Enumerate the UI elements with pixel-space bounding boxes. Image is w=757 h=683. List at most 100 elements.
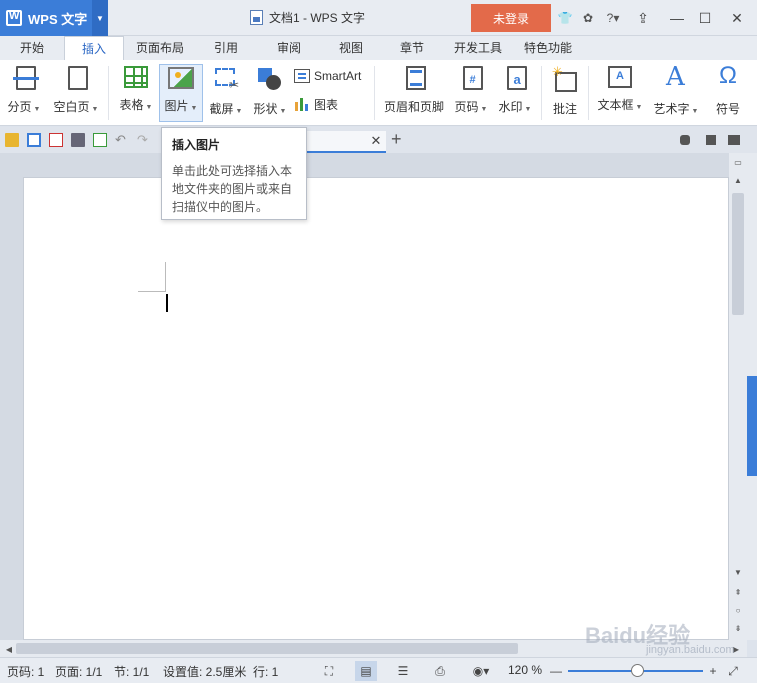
zoom-slider-knob[interactable] <box>631 664 644 677</box>
tab-home[interactable]: 开始 <box>8 36 56 60</box>
watermark-label: 水印 <box>498 100 523 114</box>
window-title: 文档1 - WPS 文字 <box>250 9 365 26</box>
smartart-icon <box>294 69 310 83</box>
tab-insert[interactable]: 插入 <box>64 36 124 60</box>
tab-view[interactable]: 视图 <box>324 36 378 60</box>
new-tab-icon[interactable]: + <box>391 129 402 150</box>
login-button[interactable]: 未登录 <box>471 4 551 32</box>
text-box-icon <box>608 66 632 88</box>
comment-label: 批注 <box>552 102 577 116</box>
watermark-button[interactable]: 水印▼ <box>495 64 535 122</box>
comment-icon <box>552 64 578 92</box>
document-page[interactable] <box>23 177 729 640</box>
vertical-scroll-thumb[interactable] <box>732 193 744 315</box>
page-break-button[interactable]: 分页 ▼ <box>4 64 44 122</box>
scroll-down-icon[interactable]: ▼ <box>729 565 747 579</box>
status-line: 行: 1 <box>253 665 279 679</box>
watermark-icon <box>506 66 527 90</box>
previous-page-icon[interactable]: ⇞ <box>729 585 747 599</box>
smartart-button[interactable]: SmartArt <box>294 66 361 86</box>
picture-button[interactable]: 图片 ▼ <box>159 64 203 122</box>
window-title-text: 文档1 - WPS 文字 <box>269 11 366 25</box>
horizontal-scroll-thumb[interactable] <box>16 643 518 654</box>
minimize-button[interactable]: — <box>662 4 692 32</box>
zoom-level[interactable]: 120 % <box>508 663 542 677</box>
vertical-scrollbar[interactable]: ▭ ▲ ▼ ⇞ ○ ⇟ <box>729 153 747 640</box>
print-icon[interactable] <box>71 133 85 147</box>
tool-icon[interactable] <box>680 135 690 145</box>
close-tab-icon[interactable]: ✕ <box>369 131 383 151</box>
chart-button[interactable]: 图表 <box>294 94 338 114</box>
chevron-down-icon[interactable]: ▼ <box>92 0 108 36</box>
minimize-ribbon-button[interactable]: ⇪ <box>628 4 658 32</box>
layout-icon[interactable] <box>706 135 716 145</box>
fit-page-icon[interactable]: ⤢ <box>722 661 744 681</box>
help-icon[interactable]: ?▾ <box>603 10 623 26</box>
word-art-icon <box>663 62 689 92</box>
app-name: WPS 文字 <box>28 11 88 27</box>
page-number-button[interactable]: 页码▼ <box>451 64 491 122</box>
shape-button[interactable]: 形状 ▼ <box>250 64 290 122</box>
skin-icon[interactable]: 👕 <box>557 10 573 26</box>
print-preview-icon[interactable] <box>93 133 107 147</box>
app-menu-button[interactable]: WPS 文字 ▼ <box>0 0 108 36</box>
symbol-button[interactable]: 符号 <box>713 62 743 122</box>
tab-special[interactable]: 特色功能 <box>516 36 580 60</box>
watermark-url: jingyan.baidu.com <box>646 644 735 656</box>
table-button[interactable]: 表格 ▼ <box>116 64 156 122</box>
side-panel-toggle[interactable] <box>747 376 757 476</box>
status-page: 页码: 1 <box>7 665 45 679</box>
select-browse-icon[interactable]: ○ <box>729 603 747 617</box>
tab-references[interactable]: 引用 <box>198 36 254 60</box>
eye-protection-icon[interactable]: ◉▾ <box>466 661 496 681</box>
header-footer-icon <box>405 66 426 90</box>
tooltip-title: 插入图片 <box>172 138 221 152</box>
insert-picture-tooltip: 插入图片 单击此处可选择插入本地文件夹的图片或来自扫描仪中的图片。 <box>161 127 307 220</box>
split-icon[interactable]: ▭ <box>729 155 747 169</box>
feedback-icon[interactable]: ✿ <box>580 10 596 26</box>
outline-view-icon[interactable]: ☰ <box>392 661 414 681</box>
chart-icon <box>294 97 310 111</box>
page-number-icon <box>462 66 483 90</box>
blank-page-button[interactable]: 空白页 ▼ <box>50 64 102 122</box>
text-cursor <box>166 294 168 312</box>
save-icon[interactable] <box>27 133 41 147</box>
next-page-icon[interactable]: ⇟ <box>729 621 747 635</box>
header-footer-label: 页眉和页脚 <box>383 100 444 114</box>
zoom-out-icon[interactable]: — <box>545 661 567 681</box>
symbol-icon <box>715 62 741 92</box>
web-view-icon[interactable]: ⎙ <box>429 661 451 681</box>
close-button[interactable]: ✕ <box>722 4 752 32</box>
tab-review[interactable]: 审阅 <box>262 36 316 60</box>
ribbon: 分页▼ 空白页▼ 表格▼ 图片▼ 截屏▼ 形状▼ SmartArt 图表 页眉和… <box>0 60 757 126</box>
picture-label: 图片 <box>164 99 189 113</box>
export-pdf-icon[interactable] <box>49 133 63 147</box>
page-view-icon[interactable]: ▤ <box>355 661 377 681</box>
tab-chapter[interactable]: 章节 <box>386 36 438 60</box>
shape-icon <box>257 66 283 92</box>
word-art-button[interactable]: 艺术字▼ <box>651 62 701 122</box>
menu-icon[interactable] <box>728 135 740 145</box>
maximize-button[interactable]: ☐ <box>690 4 720 32</box>
status-setting: 设置值: 2.5厘米 <box>163 665 247 679</box>
tab-developer[interactable]: 开发工具 <box>446 36 510 60</box>
zoom-in-icon[interactable]: + <box>702 661 724 681</box>
fullscreen-icon[interactable]: ⛶ <box>318 661 340 681</box>
text-box-label: 文本框 <box>597 98 634 112</box>
scroll-up-icon[interactable]: ▲ <box>729 173 747 187</box>
shape-label: 形状 <box>253 102 278 116</box>
screenshot-button[interactable]: 截屏▼ <box>206 64 246 122</box>
tab-page-layout[interactable]: 页面布局 <box>130 36 190 60</box>
page-number-label: 页码 <box>454 100 479 114</box>
header-footer-button[interactable]: 页眉和页脚 <box>382 64 446 122</box>
comment-button[interactable]: 批注 <box>548 64 582 122</box>
smartart-label: SmartArt <box>314 69 362 83</box>
document-icon <box>250 10 263 25</box>
ribbon-divider <box>588 66 589 120</box>
text-box-button[interactable]: 文本框▼ <box>595 64 645 122</box>
redo-icon[interactable]: ↷ <box>137 133 151 147</box>
open-folder-icon[interactable] <box>5 133 19 147</box>
undo-icon[interactable]: ↶ <box>115 133 129 147</box>
ribbon-divider <box>108 66 109 120</box>
table-icon <box>124 66 148 88</box>
